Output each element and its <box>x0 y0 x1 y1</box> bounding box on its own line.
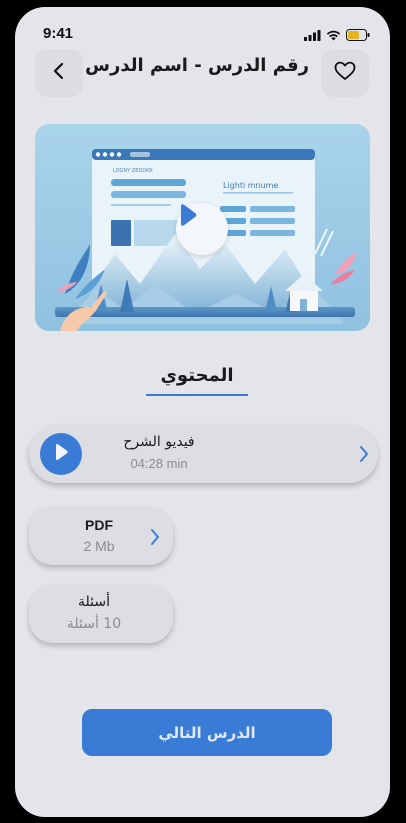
section-underline <box>146 394 248 396</box>
chevron-right-icon <box>358 444 370 464</box>
pdf-item-card[interactable]: PDF 2 Mb <box>29 507 173 565</box>
favorite-button[interactable] <box>321 49 369 97</box>
pdf-item-title: PDF <box>85 517 113 533</box>
next-lesson-button[interactable]: الدرس التالي <box>82 709 332 756</box>
heart-icon <box>334 61 356 85</box>
status-bar: 9:41 <box>15 7 390 47</box>
content-section-title: المحتوي <box>160 365 234 386</box>
thumb-heading: Lighti mnume <box>223 181 278 190</box>
lesson-title: رقم الدرس - اسم الدرس <box>85 55 309 76</box>
wifi-icon <box>326 26 341 45</box>
video-item-duration: 04:28 min <box>130 456 188 471</box>
play-icon <box>53 443 69 465</box>
signal-icon <box>304 26 321 45</box>
pdf-item-size: 2 Mb <box>83 538 115 554</box>
status-time: 9:41 <box>43 25 74 42</box>
chevron-left-icon <box>52 62 66 84</box>
phone-screen: 9:41 رقم الدرس - اسم الدرس LOGNY ZEDDKK … <box>15 7 390 817</box>
video-play-button[interactable] <box>176 203 228 255</box>
video-item-card[interactable]: فيديو الشرح 04:28 min <box>29 425 378 483</box>
battery-icon <box>346 26 370 45</box>
thumb-caption: LOGNY ZEDDKK <box>113 168 153 174</box>
video-item-play-button[interactable] <box>40 433 82 475</box>
quiz-item-title: أسئلة <box>78 594 110 610</box>
quiz-item-count: 10 أسئلة <box>66 616 122 632</box>
quiz-item-card[interactable]: أسئلة 10 أسئلة <box>29 585 173 643</box>
back-button[interactable] <box>35 49 83 97</box>
video-item-title: فيديو الشرح <box>123 434 195 450</box>
status-icons <box>304 26 370 45</box>
chevron-right-icon <box>149 527 161 547</box>
video-thumbnail[interactable]: LOGNY ZEDDKK Lighti mnume <box>35 124 370 331</box>
